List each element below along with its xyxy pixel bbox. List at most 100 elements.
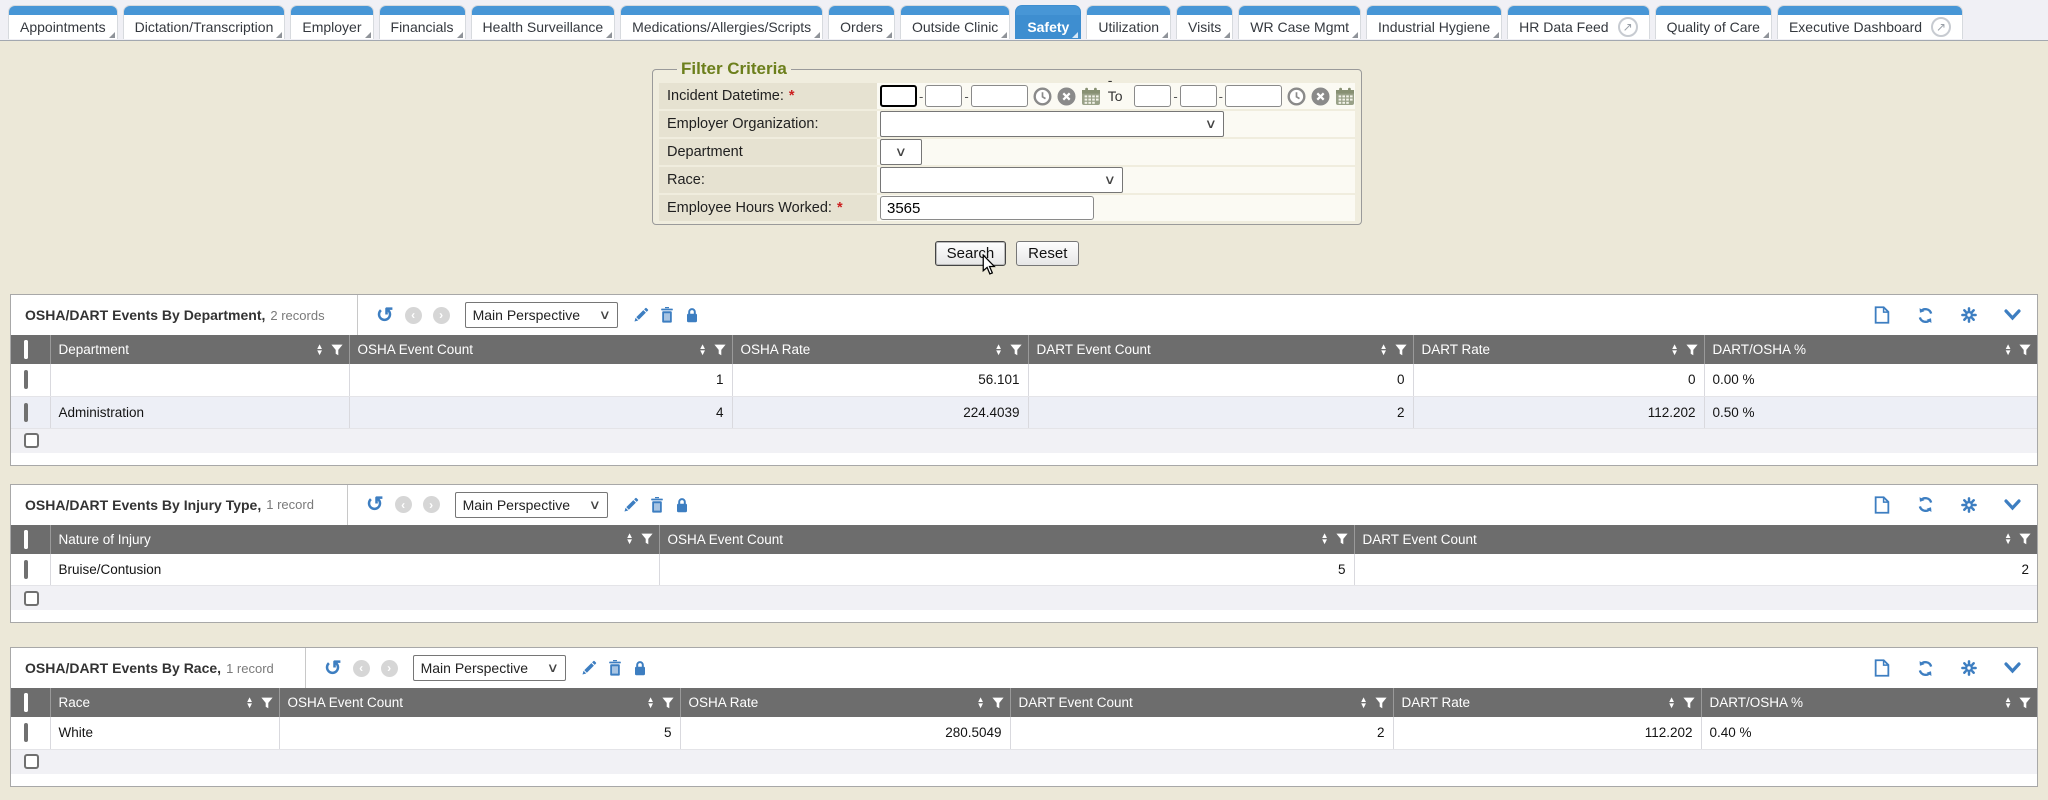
from-clear-icon[interactable] bbox=[1057, 87, 1076, 106]
next-page-icon[interactable]: › bbox=[423, 496, 440, 513]
column-header-race[interactable]: Race▲▼ bbox=[50, 688, 279, 717]
tab-quality-of-care[interactable]: Quality of Care bbox=[1655, 5, 1772, 39]
filter-funnel-icon[interactable] bbox=[1686, 344, 1698, 356]
search-button[interactable]: Search bbox=[935, 241, 1007, 266]
column-header-dart-osha[interactable]: DART/OSHA %▲▼ bbox=[1701, 688, 2037, 717]
sort-icon[interactable]: ▲▼ bbox=[1380, 344, 1388, 356]
sort-icon[interactable]: ▲▼ bbox=[1671, 344, 1679, 356]
filter-funnel-icon[interactable] bbox=[1336, 533, 1348, 545]
tab-financials[interactable]: Financials bbox=[379, 5, 466, 39]
sort-icon[interactable]: ▲▼ bbox=[1321, 533, 1329, 545]
perspective-select[interactable]: Main Perspective ∨ bbox=[413, 655, 566, 681]
filter-funnel-icon[interactable] bbox=[261, 697, 273, 709]
reset-button[interactable]: Reset bbox=[1016, 241, 1079, 266]
sort-icon[interactable]: ▲▼ bbox=[1668, 697, 1676, 709]
employer-organization-select[interactable]: ∨ bbox=[880, 111, 1224, 137]
sort-icon[interactable]: ▲▼ bbox=[2004, 344, 2012, 356]
column-header-osha-rate[interactable]: OSHA Rate▲▼ bbox=[680, 688, 1010, 717]
filter-funnel-icon[interactable] bbox=[1375, 697, 1387, 709]
sort-icon[interactable]: ▲▼ bbox=[316, 344, 324, 356]
column-header-dart-event-count[interactable]: DART Event Count▲▼ bbox=[1028, 335, 1413, 364]
row-checkbox[interactable] bbox=[24, 433, 39, 448]
perspective-select[interactable]: Main Perspective ∨ bbox=[455, 492, 608, 518]
undo-icon[interactable]: ↺ bbox=[376, 305, 394, 326]
incident-from-month-input[interactable] bbox=[880, 85, 917, 107]
tab-safety[interactable]: Safety bbox=[1015, 5, 1081, 39]
select-all-checkbox[interactable] bbox=[24, 530, 28, 549]
tab-executive-dashboard[interactable]: Executive Dashboard↗ bbox=[1777, 5, 1963, 39]
filter-funnel-icon[interactable] bbox=[2019, 697, 2031, 709]
refresh-icon[interactable] bbox=[1917, 496, 1934, 513]
from-calendar-icon[interactable] bbox=[1081, 87, 1101, 106]
row-checkbox[interactable] bbox=[24, 560, 28, 579]
edit-pencil-icon[interactable] bbox=[633, 307, 649, 323]
tab-orders[interactable]: Orders bbox=[828, 5, 895, 39]
new-document-icon[interactable] bbox=[1874, 496, 1890, 514]
collapse-chevron-icon[interactable] bbox=[2004, 662, 2021, 674]
column-header-osha-event-count[interactable]: OSHA Event Count▲▼ bbox=[279, 688, 680, 717]
settings-gear-icon[interactable] bbox=[1961, 660, 1977, 676]
collapse-chevron-icon[interactable] bbox=[2004, 499, 2021, 511]
column-header-osha-event-count[interactable]: OSHA Event Count▲▼ bbox=[349, 335, 732, 364]
next-page-icon[interactable]: › bbox=[381, 660, 398, 677]
lock-icon[interactable] bbox=[633, 660, 647, 676]
tab-dictation-transcription[interactable]: Dictation/Transcription bbox=[123, 5, 286, 39]
sort-icon[interactable]: ▲▼ bbox=[977, 697, 985, 709]
filter-funnel-icon[interactable] bbox=[1010, 344, 1022, 356]
from-time-clock-icon[interactable] bbox=[1033, 87, 1052, 106]
sort-icon[interactable]: ▲▼ bbox=[2004, 697, 2012, 709]
incident-from-day-input[interactable] bbox=[925, 85, 962, 107]
incident-from-year-input[interactable] bbox=[971, 85, 1028, 107]
filter-funnel-icon[interactable] bbox=[2019, 344, 2031, 356]
new-document-icon[interactable] bbox=[1874, 306, 1890, 324]
refresh-icon[interactable] bbox=[1917, 307, 1934, 324]
column-header-dart-rate[interactable]: DART Rate▲▼ bbox=[1413, 335, 1704, 364]
to-clear-icon[interactable] bbox=[1311, 87, 1330, 106]
lock-icon[interactable] bbox=[675, 497, 689, 513]
employee-hours-input[interactable] bbox=[880, 196, 1094, 220]
prev-page-icon[interactable]: ‹ bbox=[405, 307, 422, 324]
filter-funnel-icon[interactable] bbox=[641, 533, 653, 545]
column-header-department[interactable]: Department▲▼ bbox=[50, 335, 349, 364]
incident-to-month-input[interactable] bbox=[1134, 85, 1171, 107]
sort-icon[interactable]: ▲▼ bbox=[647, 697, 655, 709]
edit-pencil-icon[interactable] bbox=[581, 660, 597, 676]
column-header-dart-rate[interactable]: DART Rate▲▼ bbox=[1393, 688, 1701, 717]
settings-gear-icon[interactable] bbox=[1961, 307, 1977, 323]
column-header-osha-rate[interactable]: OSHA Rate▲▼ bbox=[732, 335, 1028, 364]
settings-gear-icon[interactable] bbox=[1961, 497, 1977, 513]
filter-funnel-icon[interactable] bbox=[992, 697, 1004, 709]
tab-appointments[interactable]: Appointments bbox=[8, 5, 118, 39]
sort-icon[interactable]: ▲▼ bbox=[2004, 533, 2012, 545]
new-document-icon[interactable] bbox=[1874, 659, 1890, 677]
tab-utilization[interactable]: Utilization bbox=[1086, 5, 1171, 39]
column-header-dart-event-count[interactable]: DART Event Count▲▼ bbox=[1354, 525, 2037, 554]
prev-page-icon[interactable]: ‹ bbox=[395, 496, 412, 513]
column-header-dart-osha[interactable]: DART/OSHA %▲▼ bbox=[1704, 335, 2037, 364]
prev-page-icon[interactable]: ‹ bbox=[353, 660, 370, 677]
delete-trash-icon[interactable] bbox=[650, 497, 664, 513]
tab-wr-case-mgmt[interactable]: WR Case Mgmt bbox=[1238, 5, 1361, 39]
sort-icon[interactable]: ▲▼ bbox=[626, 533, 634, 545]
sort-icon[interactable]: ▲▼ bbox=[699, 344, 707, 356]
edit-pencil-icon[interactable] bbox=[623, 497, 639, 513]
tab-outside-clinic[interactable]: Outside Clinic bbox=[900, 5, 1010, 39]
filter-funnel-icon[interactable] bbox=[1395, 344, 1407, 356]
sort-icon[interactable]: ▲▼ bbox=[1360, 697, 1368, 709]
tab-visits[interactable]: Visits bbox=[1176, 5, 1233, 39]
filter-funnel-icon[interactable] bbox=[331, 344, 343, 356]
column-header-dart-event-count[interactable]: DART Event Count▲▼ bbox=[1010, 688, 1393, 717]
column-header-osha-event-count[interactable]: OSHA Event Count▲▼ bbox=[659, 525, 1354, 554]
select-all-checkbox[interactable] bbox=[24, 340, 28, 359]
to-time-clock-icon[interactable] bbox=[1287, 87, 1306, 106]
filter-funnel-icon[interactable] bbox=[1683, 697, 1695, 709]
tab-hr-data-feed[interactable]: HR Data Feed↗ bbox=[1507, 5, 1649, 39]
lock-icon[interactable] bbox=[685, 307, 699, 323]
row-checkbox[interactable] bbox=[24, 370, 28, 389]
race-select[interactable]: ∨ bbox=[880, 167, 1123, 193]
row-checkbox[interactable] bbox=[24, 403, 28, 422]
filter-funnel-icon[interactable] bbox=[662, 697, 674, 709]
filter-funnel-icon[interactable] bbox=[714, 344, 726, 356]
delete-trash-icon[interactable] bbox=[608, 660, 622, 676]
incident-to-year-input[interactable] bbox=[1225, 85, 1282, 107]
